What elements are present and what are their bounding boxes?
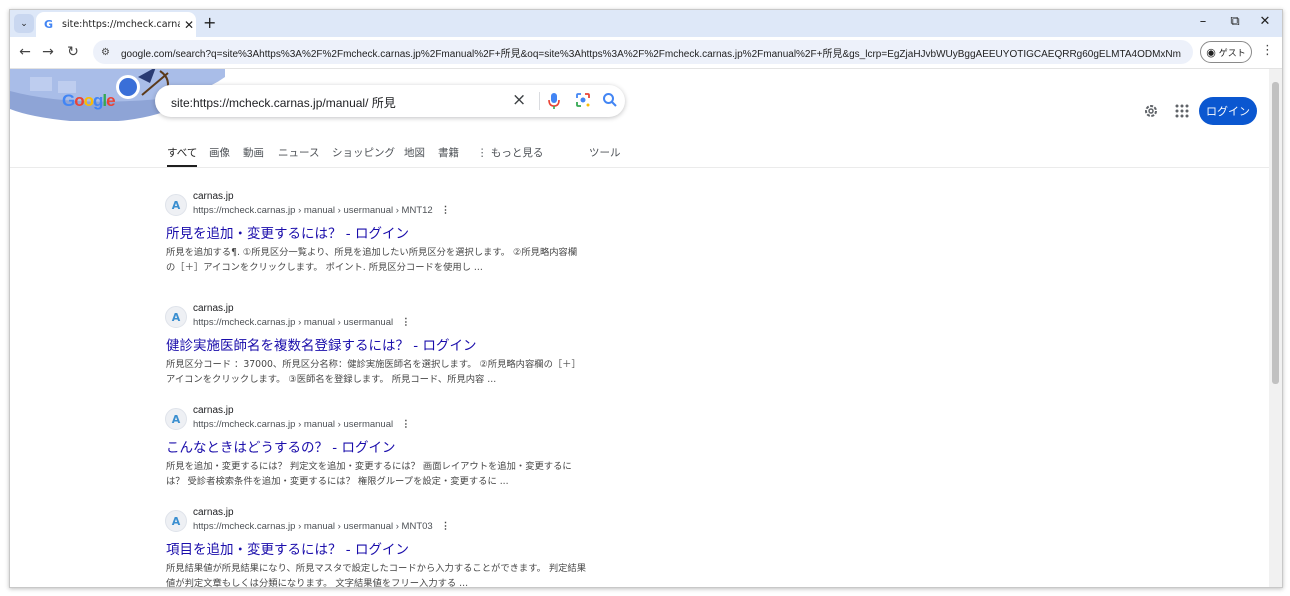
result-site-name[interactable]: carnas.jp [193,191,234,202]
search-box-divider [539,92,540,110]
search-icon[interactable] [602,92,618,112]
result-url[interactable]: https://mcheck.carnas.jp › manual › user… [193,521,450,532]
tab-images[interactable]: 画像 [209,145,230,160]
nav-divider [10,167,1269,168]
profile-icon: ◉ [1206,45,1216,59]
site-favicon-icon: A [165,194,187,216]
result-title-link[interactable]: こんなときはどうするの？ - ログイン [166,436,395,456]
result-url[interactable]: https://mcheck.carnas.jp › manual › user… [193,205,450,216]
minimize-icon[interactable]: – [1190,14,1216,29]
result-url-text: https://mcheck.carnas.jp › manual › user… [193,419,394,430]
browser-tab[interactable]: G site:https://mcheck.carnas.jp/ma ✕ [36,12,196,37]
tab-search-icon[interactable]: ⌄ [14,14,34,33]
result-title-link[interactable]: 健診実施医師名を複数名登録するには？ - ログイン [166,334,476,354]
result-snippet: 所見結果値が所見結果になり、所見マスタで設定したコードから入力することができます… [166,563,587,587]
tab-news[interactable]: ニュース [278,145,319,160]
result-url[interactable]: https://mcheck.carnas.jp › manual › user… [193,317,411,328]
tab-more[interactable]: ⋮ もっと見る [477,145,543,160]
browser-window: ⌄ G site:https://mcheck.carnas.jp/ma ✕ +… [9,9,1283,588]
result-url-text: https://mcheck.carnas.jp › manual › user… [193,317,394,328]
result-site-name[interactable]: carnas.jp [193,405,234,416]
microphone-icon[interactable] [547,92,561,114]
result-options-icon[interactable]: ⋮ [441,205,451,216]
lens-icon[interactable] [575,92,591,112]
tab-books[interactable]: 書籍 [438,145,459,160]
profile-label: ゲスト [1218,48,1246,59]
tab-videos[interactable]: 動画 [243,145,264,160]
reload-icon[interactable]: ↻ [64,44,82,60]
result-options-icon[interactable]: ⋮ [401,419,411,430]
tab-title: site:https://mcheck.carnas.jp/ma [62,19,180,30]
tab-tools[interactable]: ツール [589,145,621,160]
result-options-icon[interactable]: ⋮ [441,521,451,532]
result-site-name[interactable]: carnas.jp [193,507,234,518]
search-input[interactable]: site:https://mcheck.carnas.jp/manual/ 所見 [171,94,396,111]
tab-all[interactable]: すべて [167,145,198,168]
site-info-icon[interactable]: ⚙ [101,47,115,58]
close-icon[interactable]: ✕ [184,18,194,32]
restore-icon[interactable]: ⧉ [1222,14,1248,29]
result-options-icon[interactable]: ⋮ [401,317,411,328]
browser-toolbar: ← → ↻ ⚙ google.com/search?q=site%3Ahttps… [10,37,1282,69]
menu-icon[interactable]: ⋮ [1261,43,1274,58]
back-icon[interactable]: ← [16,44,34,60]
result-url[interactable]: https://mcheck.carnas.jp › manual › user… [193,419,411,430]
result-url-text: https://mcheck.carnas.jp › manual › user… [193,205,433,216]
google-favicon-icon: G [44,17,54,31]
forward-icon[interactable]: → [39,44,57,60]
search-results-page: Google site:https://mcheck.carnas.jp/man… [10,69,1269,587]
result-snippet: 所見を追加・変更するには？ 判定文を追加・変更するには？ 画面レイアウトを追加・… [166,461,572,487]
address-bar[interactable]: ⚙ google.com/search?q=site%3Ahttps%3A%2F… [93,40,1193,64]
site-favicon-icon: A [165,510,187,532]
tab-maps[interactable]: 地図 [404,145,425,160]
tab-strip: ⌄ G site:https://mcheck.carnas.jp/ma ✕ +… [10,10,1282,37]
page-scrollbar[interactable] [1269,69,1282,587]
window-close-icon[interactable]: ✕ [1252,14,1278,29]
result-url-text: https://mcheck.carnas.jp › manual › user… [193,521,433,532]
url-text[interactable]: google.com/search?q=site%3Ahttps%3A%2F%2… [121,45,1181,60]
site-favicon-icon: A [165,408,187,430]
more-vert-icon: ⋮ [477,147,491,159]
result-snippet: 所見区分コード ：37000、所見区分名称：健診実施医師名を選択します。 ②所見… [166,359,581,385]
tab-more-label: もっと見る [490,147,544,159]
settings-icon[interactable] [1143,103,1159,123]
login-button[interactable]: ログイン [1199,97,1257,125]
site-favicon-icon: A [165,306,187,328]
google-logo-text: Google [62,91,116,110]
scrollbar-thumb[interactable] [1272,82,1279,384]
result-title-link[interactable]: 所見を追加・変更するには？ - ログイン [166,222,409,242]
new-tab-icon[interactable]: + [203,13,216,32]
result-title-link[interactable]: 項目を追加・変更するには？ - ログイン [166,538,409,558]
result-snippet: 所見を追加する¶. ①所見区分一覧より、所見を追加したい所見区分を選択します。 … [166,247,578,273]
clear-icon[interactable]: × [512,90,526,110]
result-site-name[interactable]: carnas.jp [193,303,234,314]
apps-grid-icon[interactable] [1175,103,1189,122]
tab-shopping[interactable]: ショッピング [332,145,395,160]
search-box[interactable]: site:https://mcheck.carnas.jp/manual/ 所見… [155,85,625,117]
profile-button[interactable]: ◉ ゲスト [1200,41,1252,63]
